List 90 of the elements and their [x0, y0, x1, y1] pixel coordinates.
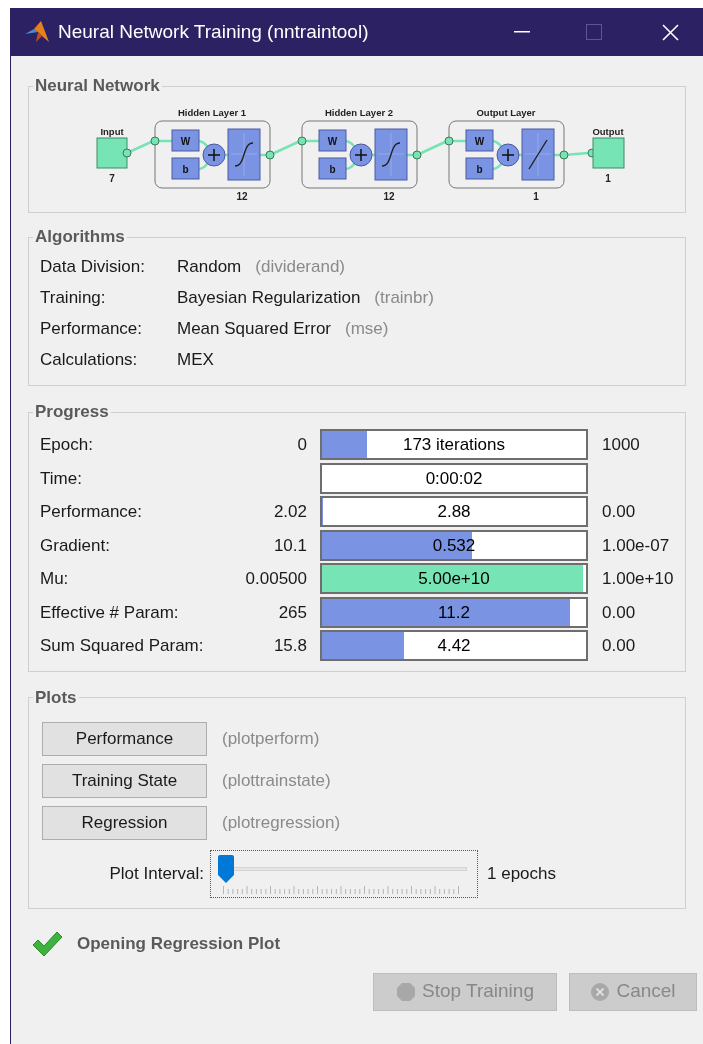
- field-value: MEX: [177, 348, 214, 371]
- progress-label: Sum Squared Param:: [40, 635, 205, 657]
- weight-box: W: [318, 129, 347, 152]
- checkmark-icon: [31, 930, 63, 957]
- function-name: (plottrainstate): [222, 769, 331, 792]
- start-value: 2.02: [273, 501, 307, 523]
- connector-dot: [150, 136, 160, 146]
- progress-label: Effective # Param:: [40, 601, 180, 624]
- input-node: [96, 137, 128, 169]
- field-label: Calculations:: [40, 348, 139, 371]
- field-label: Training:: [40, 286, 107, 309]
- progress-reading: 11.2: [437, 601, 471, 624]
- connector-dot: [297, 136, 307, 146]
- plot-interval-slider[interactable]: [210, 849, 478, 898]
- transfer-function-icon: [521, 128, 555, 181]
- plot-button[interactable]: Regression: [42, 805, 207, 840]
- cancel-icon: [590, 981, 611, 1002]
- maximize-icon[interactable]: [586, 24, 602, 40]
- slider-thumb[interactable]: [217, 854, 235, 883]
- progress-label: Time:: [40, 467, 83, 490]
- bias-box: b: [318, 157, 347, 180]
- function-name: (dividerand): [255, 255, 346, 278]
- slider-reading: 1 epochs: [487, 862, 556, 885]
- function-name: (mse): [345, 317, 389, 340]
- layer-size: 12: [383, 191, 395, 202]
- end-value: 0.00: [602, 635, 636, 657]
- start-value: 0: [297, 434, 307, 456]
- layer-size: 12: [236, 191, 248, 202]
- progress-label: Mu:: [40, 568, 70, 590]
- group-title: Algorithms: [34, 227, 126, 247]
- group-title: Plots: [34, 687, 78, 708]
- progress-label: Epoch:: [40, 434, 94, 456]
- window-title: Neural Network Training (nntraintool): [58, 19, 369, 44]
- end-value: 1000: [602, 434, 640, 456]
- start-value: 10.1: [273, 534, 307, 557]
- weight-box: W: [171, 129, 200, 152]
- progress-reading: 0:00:02: [424, 467, 484, 490]
- field-value: Mean Squared Error: [177, 317, 332, 340]
- weight-box: W: [465, 129, 494, 152]
- node-label: Output: [592, 126, 624, 137]
- start-value: 15.8: [273, 635, 307, 657]
- field-label: Performance:: [40, 317, 144, 340]
- app-logo-icon: [24, 20, 50, 44]
- start-value: 265: [278, 601, 307, 624]
- layer-size: 1: [533, 191, 539, 202]
- progress-label: Gradient:: [40, 534, 111, 557]
- field-value: Bayesian Regularization: [177, 286, 361, 309]
- field-label: Data Division:: [40, 255, 146, 278]
- plot-button[interactable]: Training State: [42, 763, 207, 798]
- connector-dot: [412, 150, 422, 160]
- sum-icon: [349, 143, 373, 167]
- group-title: Neural Network: [34, 76, 161, 96]
- start-value: 0.00500: [245, 568, 307, 590]
- layer-title: Hidden Layer 1: [177, 107, 247, 118]
- progress-label: Performance:: [40, 501, 144, 523]
- bias-box: b: [465, 157, 494, 180]
- end-value: 0.00: [602, 601, 636, 624]
- layer-title: Output Layer: [476, 107, 536, 118]
- minimize-icon[interactable]: [514, 31, 530, 33]
- connector-dot: [122, 148, 132, 158]
- slider-label: Plot Interval:: [108, 862, 204, 885]
- progress-reading: 2.88: [436, 501, 472, 523]
- function-name: (trainbr): [374, 286, 434, 309]
- transfer-function-icon: [374, 128, 408, 181]
- plot-button[interactable]: Performance: [42, 721, 207, 756]
- progress-reading: 4.42: [436, 635, 472, 657]
- node-size: 7: [109, 173, 115, 184]
- end-value: 1.00e+10: [602, 568, 674, 590]
- function-name: (plotperform): [222, 727, 320, 750]
- transfer-function-icon: [227, 128, 261, 181]
- layer-title: Hidden Layer 2: [324, 107, 394, 118]
- stop-sign-icon: [396, 981, 416, 1002]
- end-value: 0.00: [602, 501, 636, 523]
- sum-icon: [496, 143, 520, 167]
- field-value: Random: [177, 255, 242, 278]
- function-name: (plotregression): [222, 811, 341, 834]
- progress-reading: 5.00e+10: [417, 568, 491, 590]
- connector-dot: [265, 150, 275, 160]
- sum-icon: [202, 143, 226, 167]
- output-node: [592, 137, 625, 169]
- close-icon[interactable]: [662, 23, 679, 41]
- node-label: Input: [100, 126, 124, 137]
- connector-dot: [559, 150, 569, 160]
- bias-box: b: [171, 157, 200, 180]
- group-title: Progress: [34, 402, 110, 422]
- end-value: 1.00e-07: [602, 534, 670, 557]
- connector-dot: [444, 136, 454, 146]
- node-size: 1: [605, 173, 611, 184]
- progress-reading: 173 iterations: [401, 434, 507, 456]
- status-message: Opening Regression Plot: [77, 932, 281, 955]
